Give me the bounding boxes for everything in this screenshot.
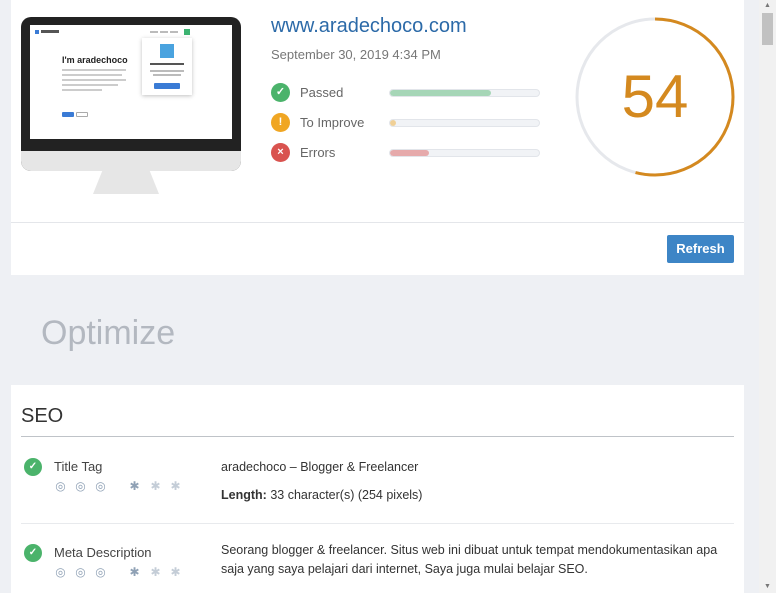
preview-text-line: [62, 69, 126, 71]
seo-item-name: Title Tag: [54, 459, 103, 474]
seo-item-divider: [21, 523, 734, 524]
preview-text-line: [62, 89, 102, 91]
refresh-button[interactable]: Refresh: [667, 235, 734, 263]
stat-label: Passed: [300, 85, 344, 100]
gear-icon: ✱: [150, 565, 161, 579]
stat-errors: × Errors: [271, 143, 541, 163]
scroll-up-arrow-icon[interactable]: ▲: [759, 0, 776, 12]
seo-item-length: Length: 33 character(s) (254 pixels): [221, 488, 422, 502]
preview-text-line: [62, 79, 126, 81]
preview-card-line: [150, 70, 184, 72]
preview-nav-link: [150, 31, 158, 33]
stat-passed: ✓ Passed: [271, 83, 541, 103]
stat-progress-fill: [390, 90, 492, 96]
target-icon: ◎: [95, 479, 106, 493]
exclamation-icon: !: [271, 113, 290, 132]
site-screenshot-monitor: I'm aradechoco: [21, 17, 241, 171]
preview-text-line: [62, 84, 118, 86]
site-screenshot: I'm aradechoco: [30, 25, 232, 139]
target-icon: ◎: [75, 479, 86, 493]
check-icon: ✓: [24, 544, 42, 562]
score-value: 54: [621, 63, 689, 130]
stat-progress-bar: [389, 89, 540, 97]
seo-section: SEO ✓ Title Tag ◎ ◎ ◎ ✱ ✱ ✱ aradechoco –…: [11, 385, 744, 593]
scrollbar-thumb[interactable]: [762, 13, 773, 45]
gear-icon: ✱: [170, 565, 181, 579]
preview-button: [62, 112, 74, 117]
preview-brand: [41, 30, 59, 33]
stat-progress-bar: [389, 119, 540, 127]
length-value: 33 character(s) (254 pixels): [270, 488, 423, 502]
check-icon: ✓: [24, 458, 42, 476]
preview-navbar: [35, 29, 227, 36]
preview-card-line: [150, 63, 184, 65]
stat-label: To Improve: [300, 115, 365, 130]
site-url[interactable]: www.aradechoco.com: [271, 15, 467, 38]
preview-button: [76, 112, 88, 117]
target-icon: ◎: [55, 565, 66, 579]
preview-avatar: [160, 44, 174, 58]
stat-progress-fill: [390, 120, 396, 126]
optimize-heading: Optimize: [41, 314, 176, 352]
preview-card-line: [153, 74, 181, 76]
monitor-stand: [93, 171, 159, 194]
preview-profile-card: [142, 38, 192, 95]
gear-icon: ✱: [129, 479, 140, 493]
preview-text-line: [62, 74, 122, 76]
seo-item-rating-icons: ◎ ◎ ◎ ✱ ✱ ✱: [54, 480, 194, 494]
seo-item-value: aradechoco – Blogger & Freelancer: [221, 460, 419, 474]
gear-icon: ✱: [150, 479, 161, 493]
gear-icon: ✱: [170, 479, 181, 493]
page-scrollbar[interactable]: ▲ ▼: [759, 0, 776, 593]
preview-badge: [184, 29, 190, 35]
preview-nav-link: [170, 31, 178, 33]
report-summary-card: I'm aradechoco www.aradechoco.com Septem…: [11, 0, 744, 275]
target-icon: ◎: [75, 565, 86, 579]
seo-item-rating-icons: ◎ ◎ ◎ ✱ ✱ ✱: [54, 566, 194, 580]
seo-title-underline: [21, 436, 734, 437]
seo-section-title: SEO: [21, 405, 64, 427]
card-divider: [11, 222, 744, 223]
stat-progress-bar: [389, 149, 540, 157]
gear-icon: ✱: [129, 565, 140, 579]
scroll-down-arrow-icon[interactable]: ▼: [759, 581, 776, 593]
report-date: September 30, 2019 4:34 PM: [271, 47, 441, 62]
target-icon: ◎: [95, 565, 106, 579]
stat-to-improve: ! To Improve: [271, 113, 541, 133]
length-label: Length:: [221, 488, 267, 502]
seo-item-name: Meta Description: [54, 545, 152, 560]
seo-item-value: Seorang blogger & freelancer. Situs web …: [221, 543, 718, 576]
check-icon: ✓: [271, 83, 290, 102]
preview-logo: [35, 30, 39, 34]
preview-hero-title: I'm aradechoco: [62, 55, 128, 65]
stat-progress-fill: [390, 150, 429, 156]
monitor-chin: [21, 151, 241, 171]
x-icon: ×: [271, 143, 290, 162]
preview-nav-link: [160, 31, 168, 33]
target-icon: ◎: [55, 479, 66, 493]
preview-card-button: [154, 83, 180, 89]
stat-label: Errors: [300, 145, 336, 160]
